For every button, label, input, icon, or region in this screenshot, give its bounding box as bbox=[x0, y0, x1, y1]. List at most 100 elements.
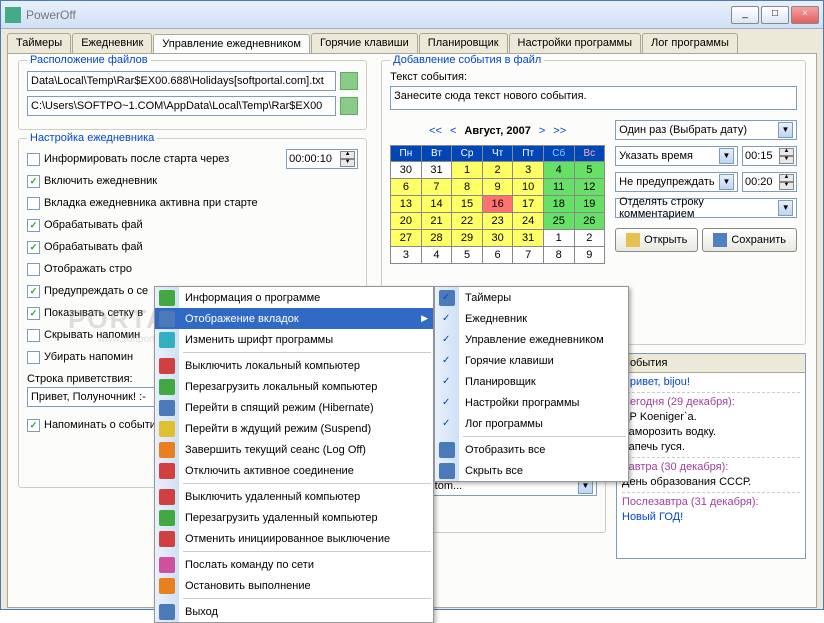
tab-3[interactable]: Горячие клавиши bbox=[311, 33, 418, 53]
cal-day[interactable]: 8 bbox=[543, 247, 574, 264]
tab-1[interactable]: Ежедневник bbox=[72, 33, 152, 53]
tab-4[interactable]: Планировщик bbox=[419, 33, 508, 53]
menu-item[interactable]: ✓Лог программы bbox=[435, 413, 628, 434]
cal-day[interactable]: 8 bbox=[452, 179, 483, 196]
menu-item[interactable]: ✓Таймеры bbox=[435, 287, 628, 308]
sched-check-3[interactable] bbox=[27, 219, 40, 232]
cal-day[interactable]: 6 bbox=[482, 247, 513, 264]
menu-item[interactable]: ✓Планировщик bbox=[435, 371, 628, 392]
sched-check-9[interactable] bbox=[27, 351, 40, 364]
cal-day[interactable]: 4 bbox=[421, 247, 452, 264]
menu-item[interactable]: Остановить выполнение bbox=[155, 575, 433, 596]
cal-day[interactable]: 21 bbox=[421, 213, 452, 230]
cal-day[interactable]: 17 bbox=[513, 196, 544, 213]
cal-prev2[interactable]: << bbox=[429, 125, 442, 137]
cal-day[interactable]: 9 bbox=[482, 179, 513, 196]
event-text-input[interactable]: Занесите сюда текст нового события. bbox=[390, 86, 797, 110]
sched-time-0[interactable]: 00:00:10▲▼ bbox=[286, 149, 358, 169]
cal-day[interactable]: 23 bbox=[482, 213, 513, 230]
path1-input[interactable] bbox=[27, 71, 336, 91]
menu-item[interactable]: Выход bbox=[155, 601, 433, 622]
menu-item[interactable]: Изменить шрифт программы bbox=[155, 329, 433, 350]
cal-next2[interactable]: >> bbox=[553, 125, 566, 137]
cal-day[interactable]: 28 bbox=[421, 230, 452, 247]
cal-day[interactable]: 30 bbox=[482, 230, 513, 247]
cal-next[interactable]: > bbox=[539, 125, 545, 137]
sched-check-1[interactable] bbox=[27, 175, 40, 188]
context-menu-tabs[interactable]: ✓Таймеры✓Ежедневник✓Управление ежедневни… bbox=[434, 286, 629, 482]
menu-item[interactable]: ✓Горячие клавиши bbox=[435, 350, 628, 371]
menu-item[interactable]: ✓Настройки программы bbox=[435, 392, 628, 413]
cal-day[interactable]: 6 bbox=[391, 179, 422, 196]
cal-day[interactable]: 20 bbox=[391, 213, 422, 230]
cal-day[interactable]: 14 bbox=[421, 196, 452, 213]
tab-6[interactable]: Лог программы bbox=[642, 33, 738, 53]
cal-day[interactable]: 31 bbox=[421, 162, 452, 179]
sched-check-8[interactable] bbox=[27, 329, 40, 342]
maximize-button[interactable]: □ bbox=[761, 6, 789, 24]
cal-day[interactable]: 2 bbox=[574, 230, 605, 247]
sched-check-7[interactable] bbox=[27, 307, 40, 320]
cal-day[interactable]: 3 bbox=[391, 247, 422, 264]
menu-item[interactable]: Выключить удаленный компьютер bbox=[155, 486, 433, 507]
cal-day[interactable]: 22 bbox=[452, 213, 483, 230]
remind-checkbox[interactable] bbox=[27, 419, 40, 432]
cal-day[interactable]: 9 bbox=[574, 247, 605, 264]
menu-item[interactable]: Послать команду по сети bbox=[155, 554, 433, 575]
minimize-button[interactable]: _ bbox=[731, 6, 759, 24]
cal-day[interactable]: 1 bbox=[543, 230, 574, 247]
sched-check-6[interactable] bbox=[27, 285, 40, 298]
cal-day[interactable]: 7 bbox=[513, 247, 544, 264]
menu-item[interactable]: Перезагрузить локальный компьютер bbox=[155, 376, 433, 397]
sep-dropdown[interactable]: Отделять строку комментарием▼ bbox=[615, 198, 797, 218]
cal-day[interactable]: 1 bbox=[452, 162, 483, 179]
timemode-dropdown[interactable]: Указать время▼ bbox=[615, 146, 738, 166]
cal-day[interactable]: 13 bbox=[391, 196, 422, 213]
cal-day[interactable]: 30 bbox=[391, 162, 422, 179]
cal-day[interactable]: 2 bbox=[482, 162, 513, 179]
cal-day[interactable]: 26 bbox=[574, 213, 605, 230]
cal-day[interactable]: 29 bbox=[452, 230, 483, 247]
cal-day[interactable]: 5 bbox=[452, 247, 483, 264]
menu-item[interactable]: Перейти в спящий режим (Hibernate) bbox=[155, 397, 433, 418]
menu-item[interactable]: Отобразить все bbox=[435, 439, 628, 460]
cal-day[interactable]: 24 bbox=[513, 213, 544, 230]
cal-day[interactable]: 7 bbox=[421, 179, 452, 196]
calendar[interactable]: ПнВтСрЧтПтСбВс30311234567891011121314151… bbox=[390, 145, 605, 264]
menu-item[interactable]: ✓Управление ежедневником bbox=[435, 329, 628, 350]
menu-item[interactable]: Завершить текущий сеанс (Log Off) bbox=[155, 439, 433, 460]
menu-item[interactable]: ✓Ежедневник bbox=[435, 308, 628, 329]
menu-item[interactable]: Отменить инициированное выключение bbox=[155, 528, 433, 549]
menu-item[interactable]: Скрыть все bbox=[435, 460, 628, 481]
menu-item[interactable]: Отображение вкладок▶ bbox=[155, 308, 433, 329]
cal-day[interactable]: 31 bbox=[513, 230, 544, 247]
menu-item[interactable]: Выключить локальный компьютер bbox=[155, 355, 433, 376]
freq-dropdown[interactable]: Один раз (Выбрать дату)▼ bbox=[615, 120, 797, 140]
sched-check-4[interactable] bbox=[27, 241, 40, 254]
open-button[interactable]: Открыть bbox=[615, 228, 698, 252]
cal-day[interactable]: 25 bbox=[543, 213, 574, 230]
sched-check-5[interactable] bbox=[27, 263, 40, 276]
cal-day[interactable]: 15 bbox=[452, 196, 483, 213]
cal-day[interactable]: 10 bbox=[513, 179, 544, 196]
menu-item[interactable]: Отключить активное соединение bbox=[155, 460, 433, 481]
cal-day[interactable]: 11 bbox=[543, 179, 574, 196]
menu-item[interactable]: Перейти в ждущий режим (Suspend) bbox=[155, 418, 433, 439]
browse1-button[interactable] bbox=[340, 72, 358, 90]
menu-item[interactable]: Информация о программе bbox=[155, 287, 433, 308]
tab-2[interactable]: Управление ежедневником bbox=[153, 34, 310, 54]
path2-input[interactable] bbox=[27, 96, 336, 116]
cal-day[interactable]: 5 bbox=[574, 162, 605, 179]
cal-day[interactable]: 18 bbox=[543, 196, 574, 213]
menu-item[interactable]: Перезагрузить удаленный компьютер bbox=[155, 507, 433, 528]
warn-dropdown[interactable]: Не предупреждать▼ bbox=[615, 172, 738, 192]
time-spinner[interactable]: 00:15▲▼ bbox=[742, 146, 797, 166]
browse2-button[interactable] bbox=[340, 97, 358, 115]
cal-day[interactable]: 3 bbox=[513, 162, 544, 179]
save-button[interactable]: Сохранить bbox=[702, 228, 797, 252]
tab-5[interactable]: Настройки программы bbox=[509, 33, 641, 53]
cal-day[interactable]: 4 bbox=[543, 162, 574, 179]
sched-check-0[interactable] bbox=[27, 153, 40, 166]
cal-day[interactable]: 27 bbox=[391, 230, 422, 247]
tab-0[interactable]: Таймеры bbox=[7, 33, 71, 53]
